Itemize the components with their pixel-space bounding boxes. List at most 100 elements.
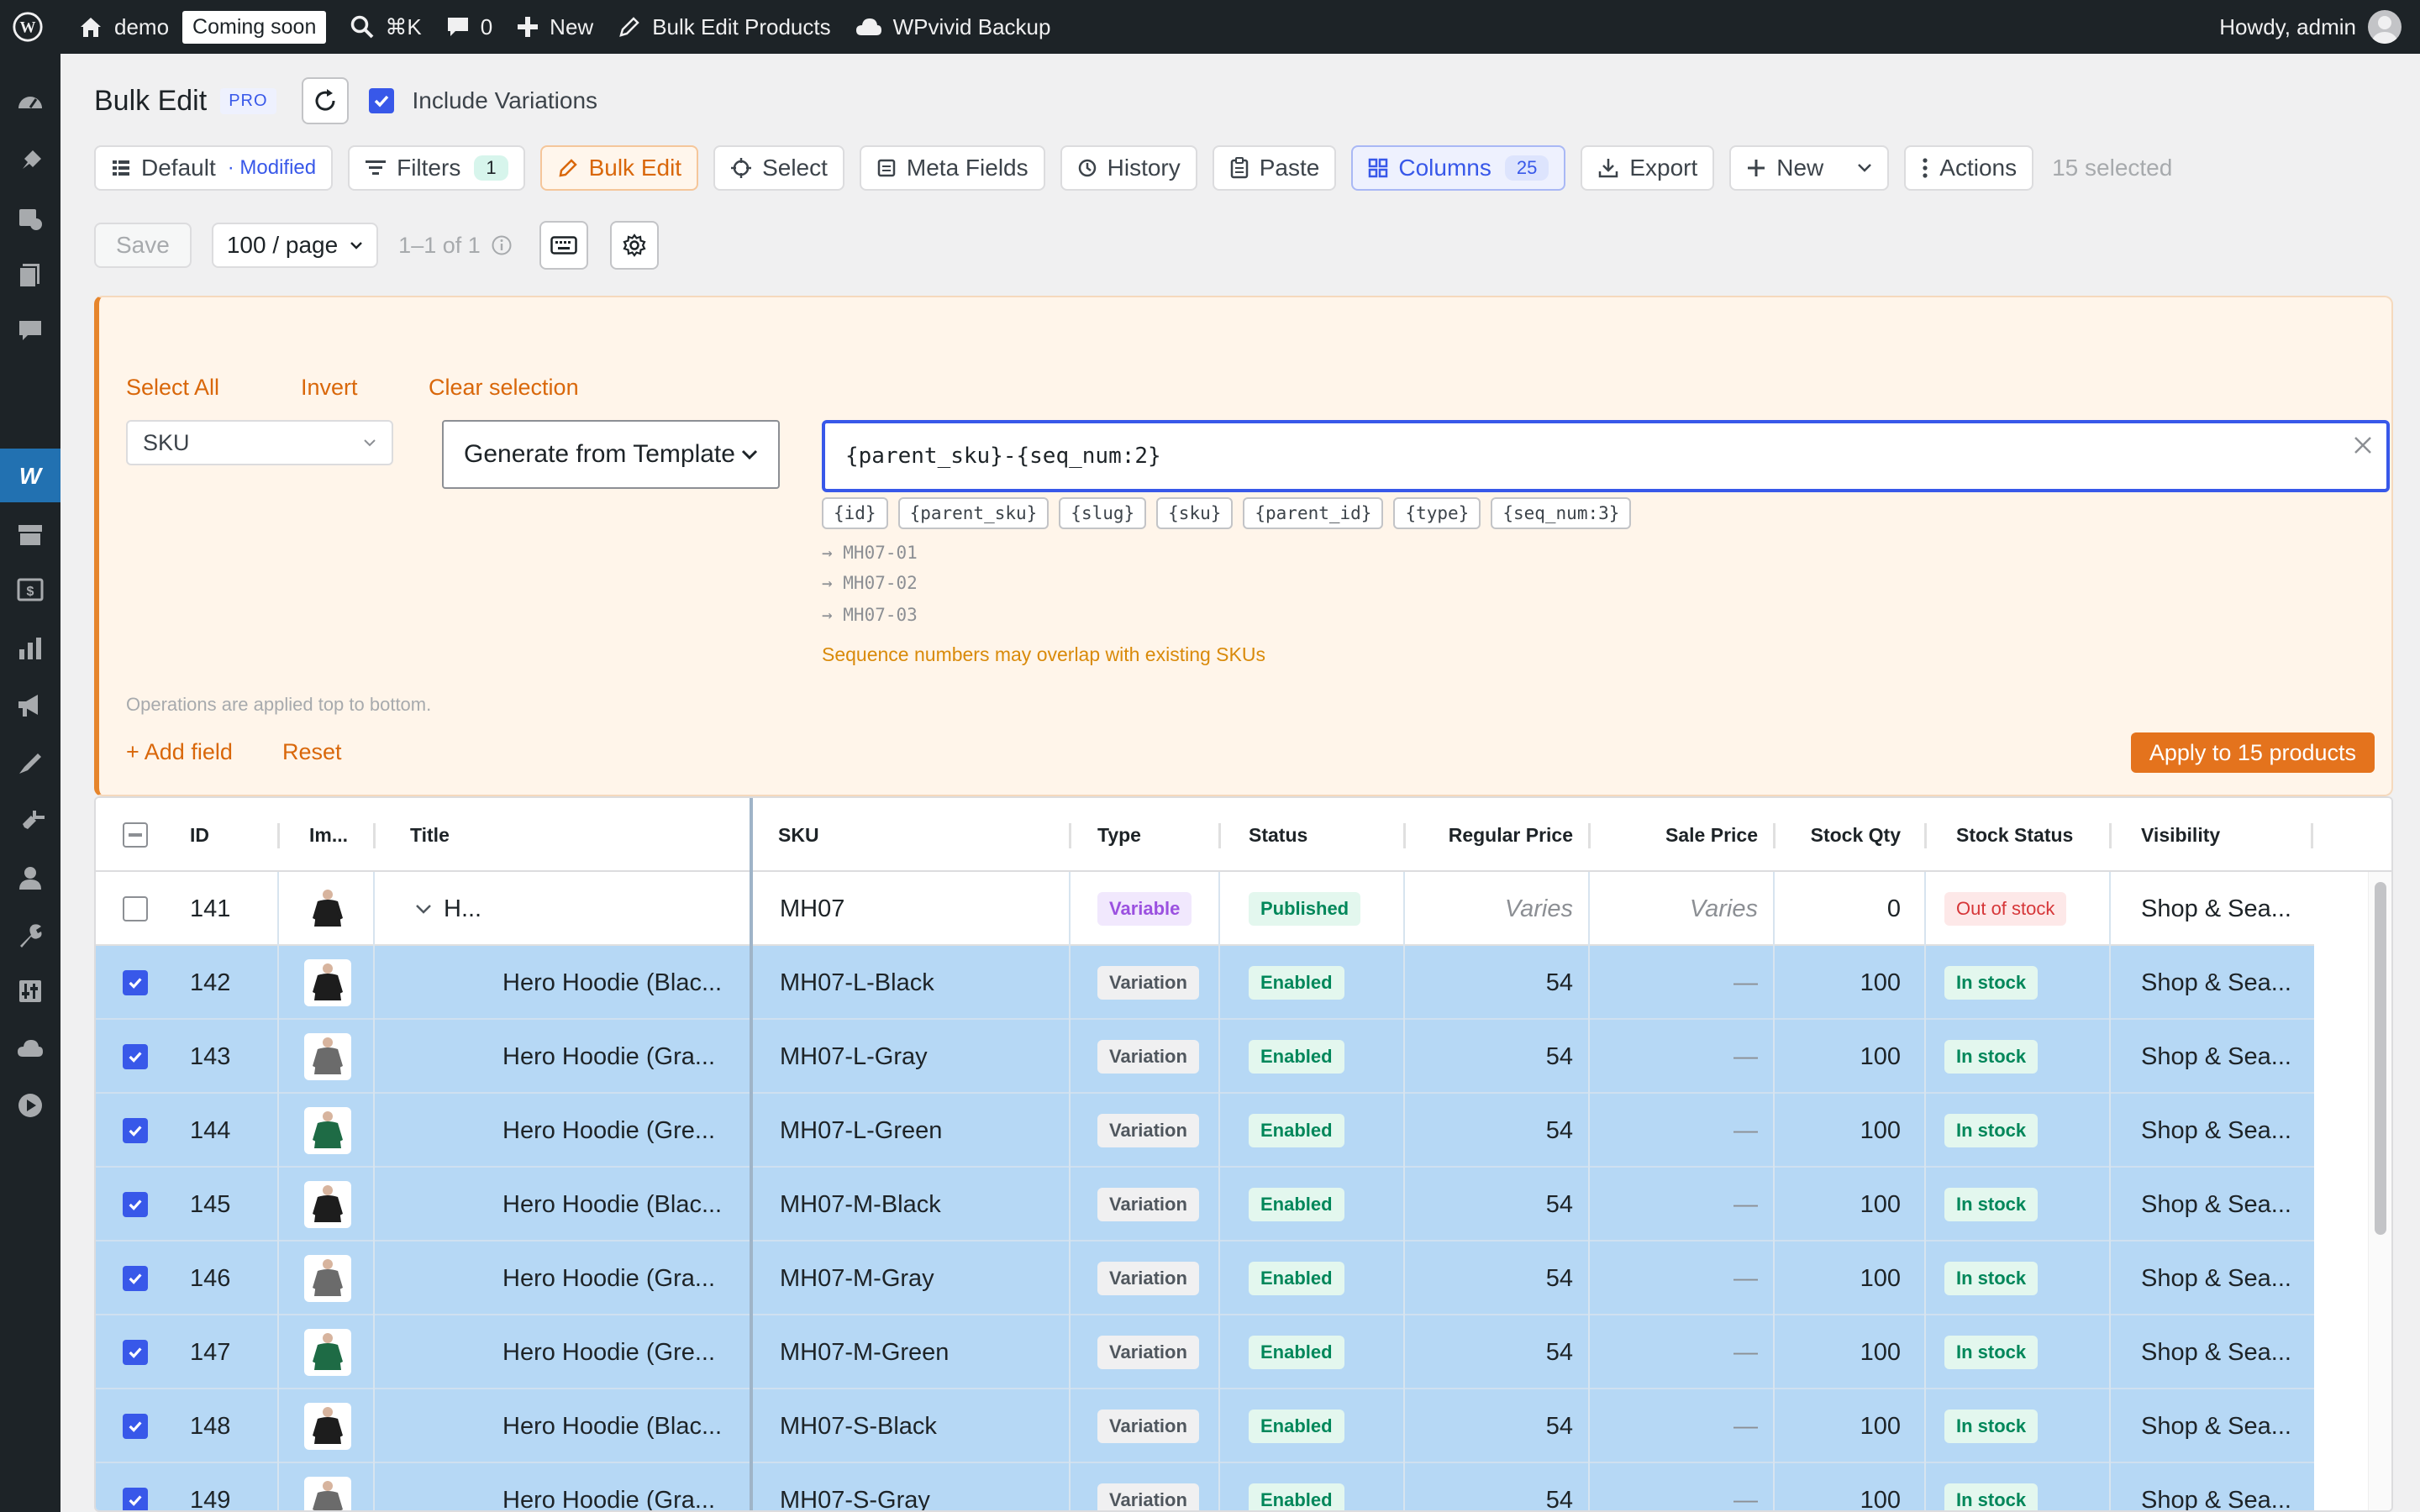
cell-title[interactable]: Hero Hoodie (Gra...: [502, 1242, 746, 1315]
product-thumbnail[interactable]: [304, 959, 351, 1006]
token-parent-sku[interactable]: {parent_sku}: [897, 497, 1050, 529]
column-resize-handle[interactable]: [1069, 823, 1071, 848]
reset-link[interactable]: Reset: [282, 739, 342, 765]
per-page-select[interactable]: 100 / page: [211, 223, 379, 268]
product-thumbnail[interactable]: [304, 1107, 351, 1154]
cell-visibility[interactable]: Shop & Sea...: [2141, 1463, 2301, 1511]
cell-image[interactable]: [304, 1463, 351, 1510]
cell-id[interactable]: 147: [190, 1315, 230, 1389]
cell-sku[interactable]: MH07: [780, 872, 1057, 946]
table-row[interactable]: 145 Hero Hoodie (Blac... MH07-M-Black Varia…: [96, 1168, 2314, 1242]
row-checkbox-cell[interactable]: [123, 1315, 148, 1389]
cell-sale-price[interactable]: —: [1608, 1463, 1758, 1511]
new-button[interactable]: New: [1729, 145, 1890, 191]
token-id[interactable]: {id}: [822, 497, 888, 529]
cell-visibility[interactable]: Shop & Sea...: [2141, 872, 2301, 946]
paste-button[interactable]: Paste: [1212, 145, 1337, 191]
clear-selection-link[interactable]: Clear selection: [429, 375, 579, 401]
column-header-regular-price[interactable]: Regular Price: [1440, 798, 1573, 872]
cell-stock-status[interactable]: In stock: [1944, 1315, 2039, 1389]
column-resize-handle[interactable]: [1403, 823, 1406, 848]
cell-sku[interactable]: MH07-L-Green: [780, 1094, 1057, 1168]
payments-icon[interactable]: $: [13, 573, 47, 606]
appearance-icon[interactable]: [13, 748, 47, 781]
dashboard-icon[interactable]: [13, 86, 47, 119]
scrollbar-thumb[interactable]: [2375, 882, 2386, 1235]
cell-stock-qty[interactable]: 100: [1776, 1168, 1901, 1242]
cell-status[interactable]: Enabled: [1249, 1463, 1344, 1510]
column-header-visibility[interactable]: Visibility: [2141, 798, 2220, 872]
table-row[interactable]: 142 Hero Hoodie (Blac... MH07-L-Black Varia…: [96, 946, 2314, 1020]
cell-sku[interactable]: MH07-S-Black: [780, 1389, 1057, 1463]
row-checkbox-cell[interactable]: [123, 872, 148, 946]
cell-type[interactable]: Variation: [1097, 1020, 1199, 1094]
row-checkbox[interactable]: [123, 1192, 148, 1217]
site-name-link[interactable]: demo Coming soon: [66, 0, 338, 54]
product-thumbnail[interactable]: [304, 1255, 351, 1302]
cell-id[interactable]: 142: [190, 946, 230, 1020]
cell-sku[interactable]: MH07-M-Black: [780, 1168, 1057, 1242]
cell-visibility[interactable]: Shop & Sea...: [2141, 946, 2301, 1020]
marketing-icon[interactable]: [13, 689, 47, 722]
row-checkbox[interactable]: [123, 1118, 148, 1143]
row-checkbox[interactable]: [123, 970, 148, 995]
cell-status[interactable]: Enabled: [1249, 1242, 1344, 1315]
meta-fields-button[interactable]: Meta Fields: [859, 145, 1045, 191]
plugins-icon[interactable]: [13, 805, 47, 838]
table-row[interactable]: 148 Hero Hoodie (Blac... MH07-S-Black Varia…: [96, 1389, 2314, 1463]
cell-visibility[interactable]: Shop & Sea...: [2141, 1094, 2301, 1168]
token-parent-id[interactable]: {parent_id}: [1243, 497, 1384, 529]
cell-stock-status[interactable]: In stock: [1944, 1463, 2039, 1510]
cell-image[interactable]: [304, 1094, 351, 1168]
actions-button[interactable]: Actions: [1904, 145, 2034, 191]
cell-visibility[interactable]: Shop & Sea...: [2141, 1020, 2301, 1094]
cell-status[interactable]: Enabled: [1249, 1168, 1344, 1242]
settings-button[interactable]: [609, 221, 659, 270]
cell-stock-status[interactable]: In stock: [1944, 946, 2039, 1020]
product-thumbnail[interactable]: [304, 1033, 351, 1080]
bulk-edit-products-link[interactable]: Bulk Edit Products: [605, 0, 842, 54]
add-field-link[interactable]: + Add field: [126, 739, 233, 765]
column-resize-handle[interactable]: [1773, 823, 1776, 848]
backup-cloud-icon[interactable]: [13, 1032, 47, 1065]
table-row[interactable]: 143 Hero Hoodie (Gra... MH07-L-Gray Variati…: [96, 1020, 2314, 1094]
cell-sale-price[interactable]: —: [1608, 1315, 1758, 1389]
cell-type[interactable]: Variation: [1097, 1463, 1199, 1510]
cell-id[interactable]: 141: [190, 872, 230, 946]
cell-stock-qty[interactable]: 100: [1776, 946, 1901, 1020]
cell-id[interactable]: 148: [190, 1389, 230, 1463]
cell-title[interactable]: Hero Hoodie (Blac...: [502, 1168, 746, 1242]
cell-id[interactable]: 146: [190, 1242, 230, 1315]
cell-sku[interactable]: MH07-M-Gray: [780, 1242, 1057, 1315]
settings-icon[interactable]: [13, 974, 47, 1008]
cell-type[interactable]: Variable: [1097, 872, 1192, 946]
row-checkbox-cell[interactable]: [123, 1242, 148, 1315]
cell-regular-price[interactable]: 54: [1423, 1315, 1573, 1389]
cell-regular-price[interactable]: 54: [1423, 1020, 1573, 1094]
include-variations-checkbox[interactable]: [368, 88, 394, 113]
close-icon[interactable]: [2353, 435, 2373, 455]
cell-stock-qty[interactable]: 100: [1776, 1463, 1901, 1511]
table-row[interactable]: 141 H... MH07 Variable Published Varies Varies…: [96, 872, 2314, 946]
row-checkbox-cell[interactable]: [123, 1463, 148, 1510]
cell-regular-price[interactable]: 54: [1423, 946, 1573, 1020]
column-header-sku[interactable]: SKU: [778, 798, 819, 872]
users-icon[interactable]: [13, 862, 47, 895]
cell-stock-status[interactable]: In stock: [1944, 1168, 2039, 1242]
token-type[interactable]: {type}: [1393, 497, 1481, 529]
column-resize-handle[interactable]: [1588, 823, 1591, 848]
cell-type[interactable]: Variation: [1097, 1242, 1199, 1315]
products-icon[interactable]: [13, 517, 47, 551]
cell-sale-price[interactable]: —: [1608, 1094, 1758, 1168]
column-header-image[interactable]: Im...: [309, 798, 348, 872]
cell-type[interactable]: Variation: [1097, 1389, 1199, 1463]
cell-regular-price[interactable]: 54: [1423, 1463, 1573, 1511]
expand-toggle[interactable]: [415, 872, 432, 946]
column-resize-handle[interactable]: [277, 823, 280, 848]
table-row[interactable]: 147 Hero Hoodie (Gre... MH07-M-Green Variat…: [96, 1315, 2314, 1389]
field-select[interactable]: SKU: [126, 420, 393, 465]
apply-button[interactable]: Apply to 15 products: [2130, 732, 2375, 773]
cell-title[interactable]: Hero Hoodie (Blac...: [502, 1389, 746, 1463]
coming-soon-badge[interactable]: Coming soon: [182, 10, 327, 44]
column-resize-handle[interactable]: [2311, 823, 2313, 848]
